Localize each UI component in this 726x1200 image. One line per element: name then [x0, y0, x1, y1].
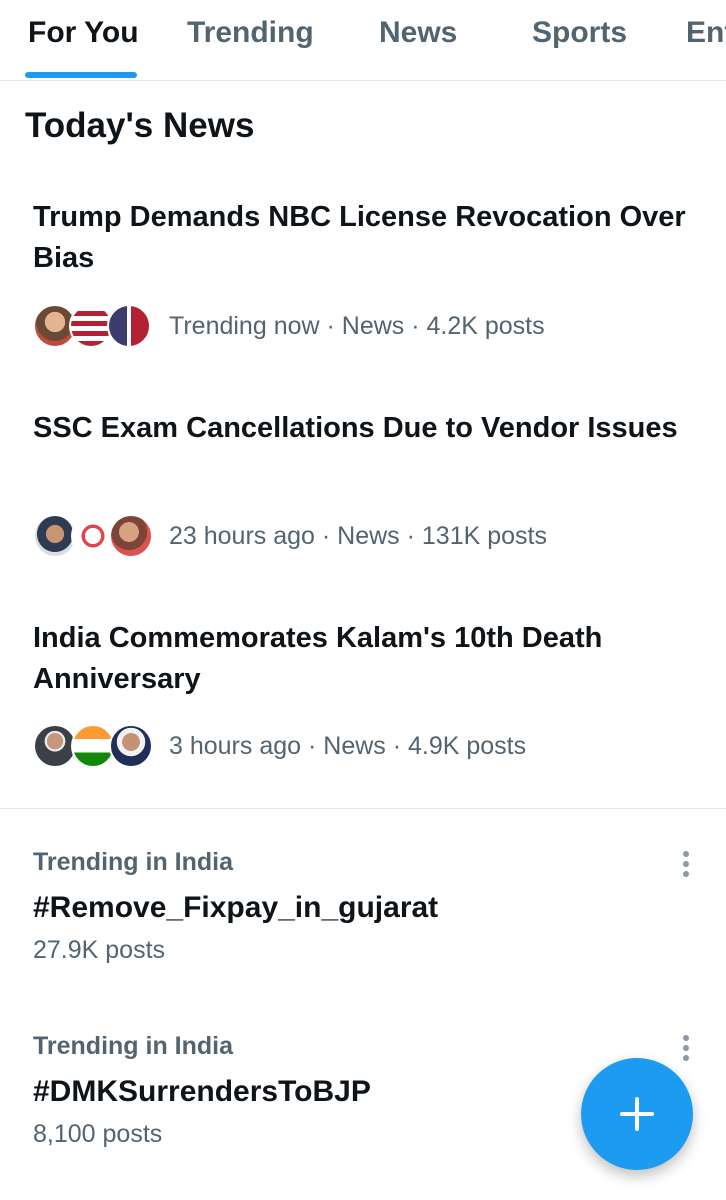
- more-vertical-icon[interactable]: [680, 849, 690, 879]
- avatar: [109, 514, 153, 558]
- tab-bar: For You Trending News Sports Ent: [0, 0, 726, 81]
- avatar: [107, 304, 151, 348]
- avatar: [109, 724, 153, 768]
- news-meta: 23 hours ago · News · 131K posts: [33, 512, 547, 560]
- tab-news[interactable]: News: [379, 16, 457, 50]
- tab-sports[interactable]: Sports: [532, 16, 627, 50]
- tab-entertainment[interactable]: Ent: [686, 16, 726, 50]
- compose-button[interactable]: [581, 1058, 693, 1170]
- active-tab-indicator: [25, 72, 137, 78]
- tab-for-you[interactable]: For You: [28, 16, 139, 50]
- trend-name[interactable]: #Remove_Fixpay_in_gujarat: [33, 888, 693, 928]
- trend-post-count: 27.9K posts: [33, 936, 166, 964]
- section-divider: [0, 808, 726, 809]
- news-meta-text: 3 hours ago · News · 4.9K posts: [169, 731, 527, 760]
- avatar-stack: [33, 302, 155, 350]
- news-item[interactable]: SSC Exam Cancellations Due to Vendor Iss…: [33, 408, 693, 568]
- trend-context: Trending in India: [33, 848, 233, 876]
- trend-item[interactable]: Trending in India #Remove_Fixpay_in_guja…: [33, 846, 693, 966]
- news-meta-text: 23 hours ago · News · 131K posts: [169, 521, 547, 550]
- news-headline[interactable]: Trump Demands NBC License Revocation Ove…: [33, 197, 693, 279]
- avatar-stack: [33, 512, 155, 560]
- news-item[interactable]: Trump Demands NBC License Revocation Ove…: [33, 197, 693, 357]
- news-meta: 3 hours ago · News · 4.9K posts: [33, 722, 526, 770]
- tab-trending[interactable]: Trending: [187, 16, 314, 50]
- news-item[interactable]: India Commemorates Kalam's 10th Death An…: [33, 618, 693, 778]
- section-title: Today's News: [25, 106, 255, 145]
- news-headline[interactable]: India Commemorates Kalam's 10th Death An…: [33, 618, 693, 700]
- news-meta-text: Trending now · News · 4.2K posts: [169, 311, 545, 340]
- news-headline[interactable]: SSC Exam Cancellations Due to Vendor Iss…: [33, 408, 693, 449]
- more-vertical-icon[interactable]: [680, 1033, 690, 1063]
- trend-context: Trending in India: [33, 1032, 233, 1060]
- avatar-stack: [33, 722, 155, 770]
- news-meta: Trending now · News · 4.2K posts: [33, 302, 545, 350]
